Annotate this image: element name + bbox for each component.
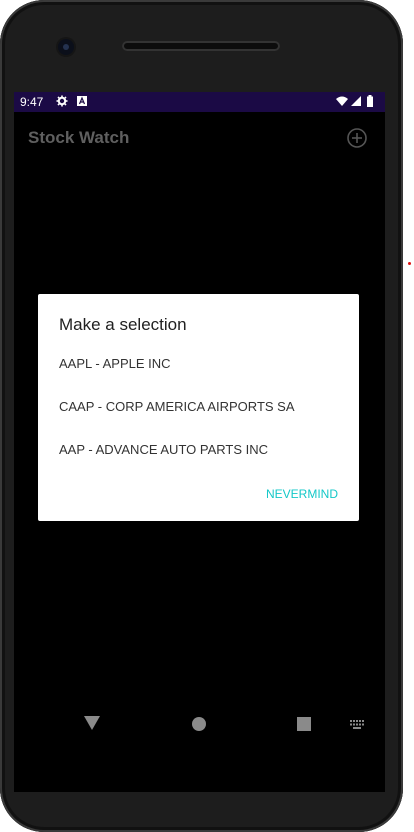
dialog-title: Make a selection (59, 315, 187, 334)
screen: 9:47 Stock Watch Make a selection AAPL -… (14, 92, 385, 792)
selection-dialog: Make a selection AAPL - APPLE INC CAAP -… (38, 294, 359, 521)
keyboard-icon[interactable] (350, 720, 364, 730)
front-camera (58, 39, 74, 55)
navigation-bar (14, 710, 385, 742)
home-icon[interactable] (192, 717, 206, 731)
back-icon[interactable] (84, 716, 100, 730)
wifi-icon (336, 96, 348, 106)
app-title: Stock Watch (28, 128, 130, 147)
earpiece-speaker (122, 41, 280, 51)
gear-icon (56, 95, 68, 107)
option-item[interactable]: CAAP - CORP AMERICA AIRPORTS SA (59, 399, 295, 414)
status-bar: 9:47 (14, 92, 385, 112)
recents-icon[interactable] (297, 717, 311, 731)
side-indicator-dot (408, 262, 411, 265)
nevermind-button[interactable]: NEVERMIND (266, 487, 338, 501)
phone-frame: 9:47 Stock Watch Make a selection AAPL -… (0, 0, 403, 832)
option-item[interactable]: AAPL - APPLE INC (59, 356, 171, 371)
add-circle-icon (347, 128, 367, 148)
signal-icon (351, 96, 361, 106)
battery-icon (367, 95, 373, 107)
add-stock-button[interactable] (346, 127, 368, 149)
a-badge-icon (77, 96, 87, 106)
option-item[interactable]: AAP - ADVANCE AUTO PARTS INC (59, 442, 268, 457)
status-time: 9:47 (20, 95, 44, 109)
